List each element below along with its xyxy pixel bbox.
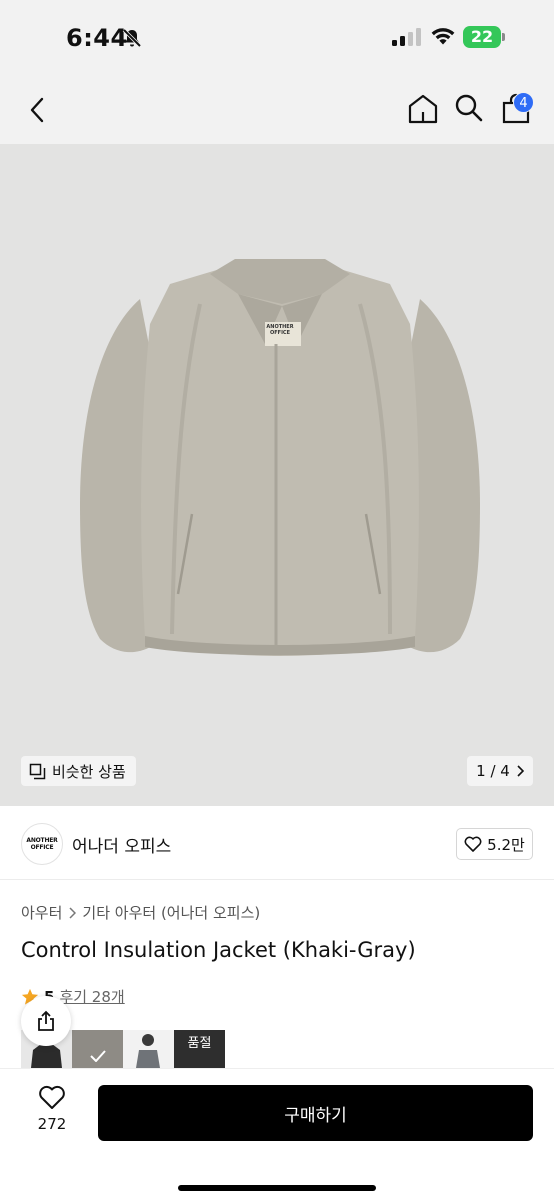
brand-logo-line-2: OFFICE (30, 844, 54, 851)
similar-products-button[interactable]: 비슷한 상품 (21, 756, 136, 786)
color-option-4-soldout[interactable]: 품절 (174, 1030, 225, 1068)
model-thumbnail (136, 1034, 160, 1068)
battery-indicator: 22 (463, 26, 505, 48)
search-icon[interactable] (453, 92, 485, 124)
share-button[interactable] (21, 996, 71, 1046)
battery-level: 22 (463, 26, 501, 48)
bottom-action-bar: 272 구매하기 (0, 1068, 554, 1200)
status-time: 6:44 (66, 24, 128, 52)
cellular-signal-icon (392, 28, 421, 46)
soldout-label: 품절 (174, 1030, 225, 1068)
color-option-3[interactable] (123, 1030, 174, 1068)
pager-text: 1 / 4 (476, 762, 510, 780)
check-icon (90, 1050, 106, 1062)
jacket-image (80, 259, 480, 656)
wishlist-button[interactable]: 272 (22, 1085, 82, 1145)
buy-button[interactable]: 구매하기 (98, 1085, 533, 1141)
reviews-link[interactable]: 후기 28개 (59, 986, 124, 1007)
home-indicator (178, 1185, 376, 1191)
wishlist-count: 272 (37, 1115, 67, 1133)
back-button[interactable] (22, 92, 54, 128)
product-title: Control Insulation Jacket (Khaki-Gray) (21, 938, 416, 962)
brand-logo[interactable]: ANOTHER OFFICE (21, 823, 63, 865)
share-icon (38, 1010, 54, 1031)
chevron-right-icon (517, 765, 524, 777)
nav-bar (0, 76, 554, 144)
jacket-label-text: ANOTHER OFFICE (263, 324, 297, 336)
heart-icon (464, 836, 482, 852)
breadcrumb-subcategory[interactable]: 기타 아우터 (어나더 오피스) (82, 902, 260, 923)
bell-off-icon (122, 28, 142, 48)
brand-logo-line-1: ANOTHER (26, 837, 58, 844)
breadcrumb-category[interactable]: 아우터 (21, 902, 62, 923)
brand-row[interactable]: ANOTHER OFFICE 어나더 오피스 5.2만 (0, 806, 554, 880)
home-icon[interactable] (406, 92, 440, 126)
similar-products-label: 비슷한 상품 (52, 762, 126, 781)
jacket-label-line-2: OFFICE (269, 330, 291, 336)
cart-count-badge: 4 (513, 92, 534, 113)
brand-like-count: 5.2만 (487, 835, 525, 854)
wifi-icon (431, 28, 455, 45)
brand-like-button[interactable]: 5.2만 (456, 828, 533, 860)
chevron-right-icon (69, 906, 77, 919)
brand-name[interactable]: 어나더 오피스 (72, 832, 171, 857)
status-bar: 6:44 22 (0, 0, 554, 76)
breadcrumb: 아우터 기타 아우터 (어나더 오피스) (21, 902, 260, 923)
product-image[interactable]: ANOTHER OFFICE (0, 144, 554, 806)
similar-items-icon (29, 763, 46, 779)
heart-icon (39, 1085, 65, 1109)
battery-tip (502, 33, 505, 41)
image-pager[interactable]: 1 / 4 (467, 756, 533, 786)
color-option-2-selected[interactable] (72, 1030, 123, 1068)
